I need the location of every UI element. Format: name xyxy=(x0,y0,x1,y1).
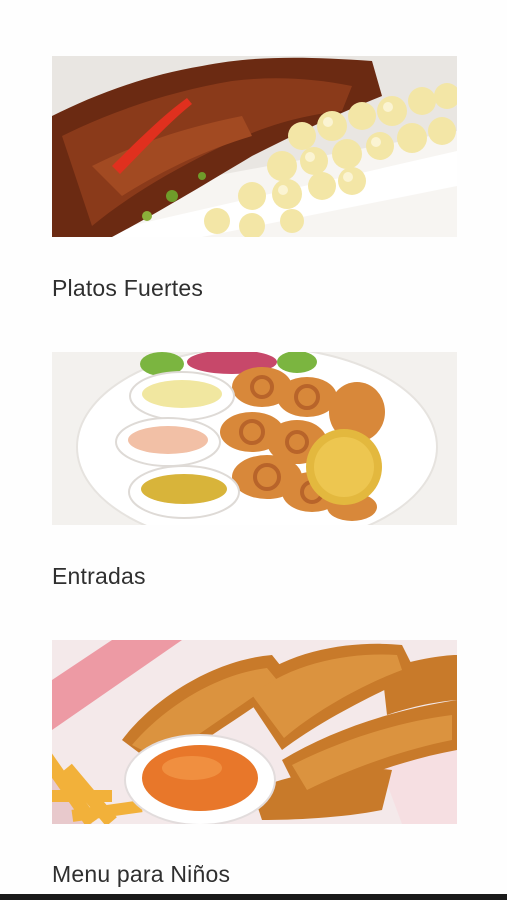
menu-category-list: Platos Fuertes Entradas Menu para Niños xyxy=(0,0,507,900)
beef-with-potatoes-photo[interactable] xyxy=(52,56,457,237)
category-card-entradas[interactable]: Entradas xyxy=(52,352,457,589)
category-label[interactable]: Platos Fuertes xyxy=(52,275,203,302)
category-card-menu-para-ninos[interactable]: Menu para Niños xyxy=(52,640,457,887)
category-card-platos-fuertes[interactable]: Platos Fuertes xyxy=(52,56,457,301)
bottom-edge-bar xyxy=(0,894,507,900)
fried-seafood-with-sauces-photo[interactable] xyxy=(52,352,457,525)
category-label[interactable]: Entradas xyxy=(52,563,146,590)
category-label[interactable]: Menu para Niños xyxy=(52,861,230,888)
chicken-tenders-with-fries-photo[interactable] xyxy=(52,640,457,824)
